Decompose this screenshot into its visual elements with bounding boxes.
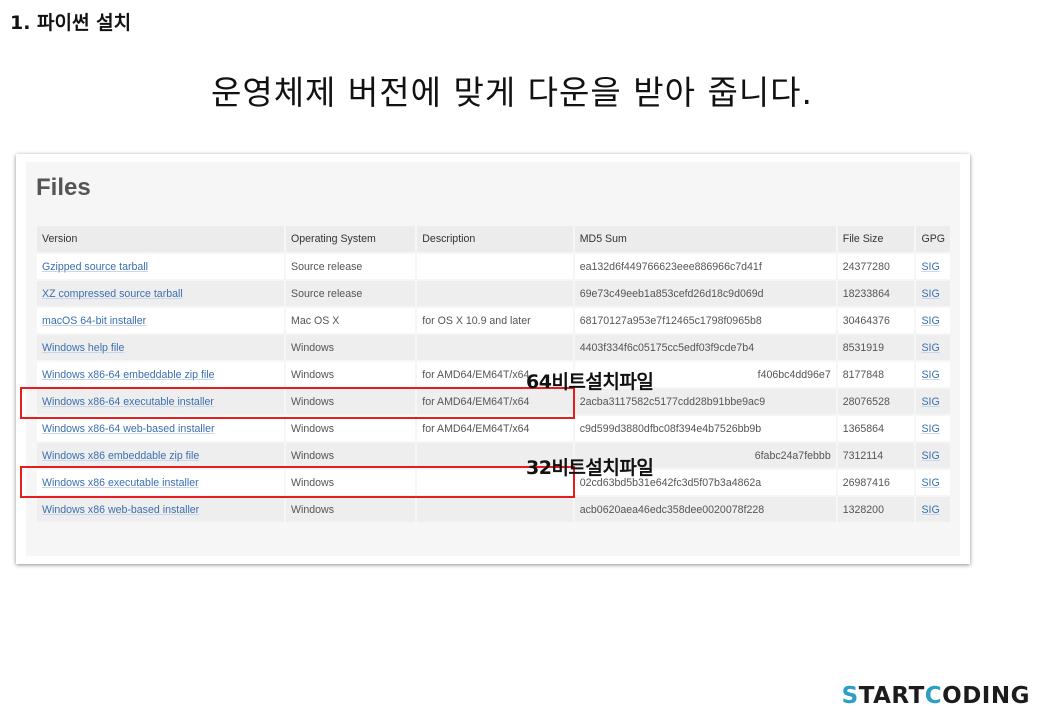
size-cell: 30464376 bbox=[837, 308, 915, 333]
column-header-md5: MD5 Sum bbox=[574, 226, 836, 252]
column-header-version: Version bbox=[37, 226, 285, 252]
os-cell: Windows bbox=[286, 362, 416, 387]
slide-subtitle: 운영체제 버전에 맞게 다운을 받아 줍니다. bbox=[210, 73, 814, 112]
slide-heading: 1. 파이썬 설치 bbox=[10, 12, 132, 34]
os-cell: Mac OS X bbox=[286, 308, 416, 333]
os-cell: Windows bbox=[286, 416, 416, 441]
description-cell: for OS X 10.9 and later bbox=[417, 308, 573, 333]
highlight-box-32bit bbox=[20, 466, 575, 498]
gpg-sig-link[interactable]: SIG bbox=[921, 261, 939, 273]
size-cell: 26987416 bbox=[837, 470, 915, 495]
description-cell bbox=[417, 281, 573, 306]
files-title: Files bbox=[36, 174, 91, 201]
table-row: macOS 64-bit installer Mac OS X for OS X… bbox=[37, 308, 950, 333]
size-cell: 1328200 bbox=[837, 497, 915, 522]
gpg-sig-link[interactable]: SIG bbox=[921, 504, 939, 516]
brand-logo: STARTCODING bbox=[841, 683, 1030, 709]
md5-cell: 4403f334f6c05175cc5edf03f9cde7b4 bbox=[574, 335, 836, 360]
highlight-box-64bit bbox=[20, 387, 575, 419]
file-link[interactable]: Windows x86 embeddable zip file bbox=[42, 450, 199, 462]
description-cell: for AMD64/EM64T/x64 bbox=[417, 416, 573, 441]
size-cell: 24377280 bbox=[837, 254, 915, 279]
md5-cell: acb0620aea46edc358dee0020078f228 bbox=[574, 497, 836, 522]
description-cell bbox=[417, 254, 573, 279]
gpg-sig-link[interactable]: SIG bbox=[921, 315, 939, 327]
md5-cell: ea132d6f449766623eee886966c7d41f bbox=[574, 254, 836, 279]
gpg-sig-link[interactable]: SIG bbox=[921, 477, 939, 489]
annotation-64bit-installer: 64비트설치파일 bbox=[526, 371, 654, 393]
file-link[interactable]: Windows x86 web-based installer bbox=[42, 504, 199, 516]
column-header-description: Description bbox=[417, 226, 573, 252]
gpg-sig-link[interactable]: SIG bbox=[921, 342, 939, 354]
file-link[interactable]: Windows x86-64 web-based installer bbox=[42, 423, 215, 435]
size-cell: 28076528 bbox=[837, 389, 915, 414]
table-row: Windows help file Windows 4403f334f6c051… bbox=[37, 335, 950, 360]
file-link[interactable]: XZ compressed source tarball bbox=[42, 288, 183, 300]
table-row: Windows x86-64 embeddable zip file Windo… bbox=[37, 362, 950, 387]
size-cell: 8177848 bbox=[837, 362, 915, 387]
os-cell: Source release bbox=[286, 281, 416, 306]
size-cell: 1365864 bbox=[837, 416, 915, 441]
column-header-size: File Size bbox=[837, 226, 915, 252]
column-header-gpg: GPG bbox=[916, 226, 950, 252]
md5-cell: 69e73c49eeb1a853cefd26d18c9d069d bbox=[574, 281, 836, 306]
os-cell: Windows bbox=[286, 497, 416, 522]
files-screenshot: Files Version Operating System Descripti… bbox=[16, 154, 970, 564]
gpg-sig-link[interactable]: SIG bbox=[921, 369, 939, 381]
size-cell: 18233864 bbox=[837, 281, 915, 306]
table-header-row: Version Operating System Description MD5… bbox=[37, 226, 950, 252]
table-row: Windows x86 web-based installer Windows … bbox=[37, 497, 950, 522]
file-link[interactable]: Windows help file bbox=[42, 342, 124, 354]
column-header-os: Operating System bbox=[286, 226, 416, 252]
gpg-sig-link[interactable]: SIG bbox=[921, 450, 939, 462]
table-row: XZ compressed source tarball Source rele… bbox=[37, 281, 950, 306]
os-cell: Windows bbox=[286, 335, 416, 360]
md5-cell: 68170127a953e7f12465c1798f0965b8 bbox=[574, 308, 836, 333]
md5-cell: c9d599d3880dfbc08f394e4b7526bb9b bbox=[574, 416, 836, 441]
os-cell: Windows bbox=[286, 443, 416, 468]
os-cell: Source release bbox=[286, 254, 416, 279]
annotation-32bit-installer: 32비트설치파일 bbox=[526, 457, 654, 479]
table-row: Gzipped source tarball Source release ea… bbox=[37, 254, 950, 279]
table-row: Windows x86 embeddable zip file Windows … bbox=[37, 443, 950, 468]
gpg-sig-link[interactable]: SIG bbox=[921, 288, 939, 300]
description-cell bbox=[417, 497, 573, 522]
gpg-sig-link[interactable]: SIG bbox=[921, 396, 939, 408]
gpg-sig-link[interactable]: SIG bbox=[921, 423, 939, 435]
file-link[interactable]: macOS 64-bit installer bbox=[42, 315, 146, 327]
file-link[interactable]: Windows x86-64 embeddable zip file bbox=[42, 369, 215, 381]
description-cell bbox=[417, 335, 573, 360]
size-cell: 7312114 bbox=[837, 443, 915, 468]
table-row: Windows x86-64 web-based installer Windo… bbox=[37, 416, 950, 441]
file-link[interactable]: Gzipped source tarball bbox=[42, 261, 148, 273]
size-cell: 8531919 bbox=[837, 335, 915, 360]
